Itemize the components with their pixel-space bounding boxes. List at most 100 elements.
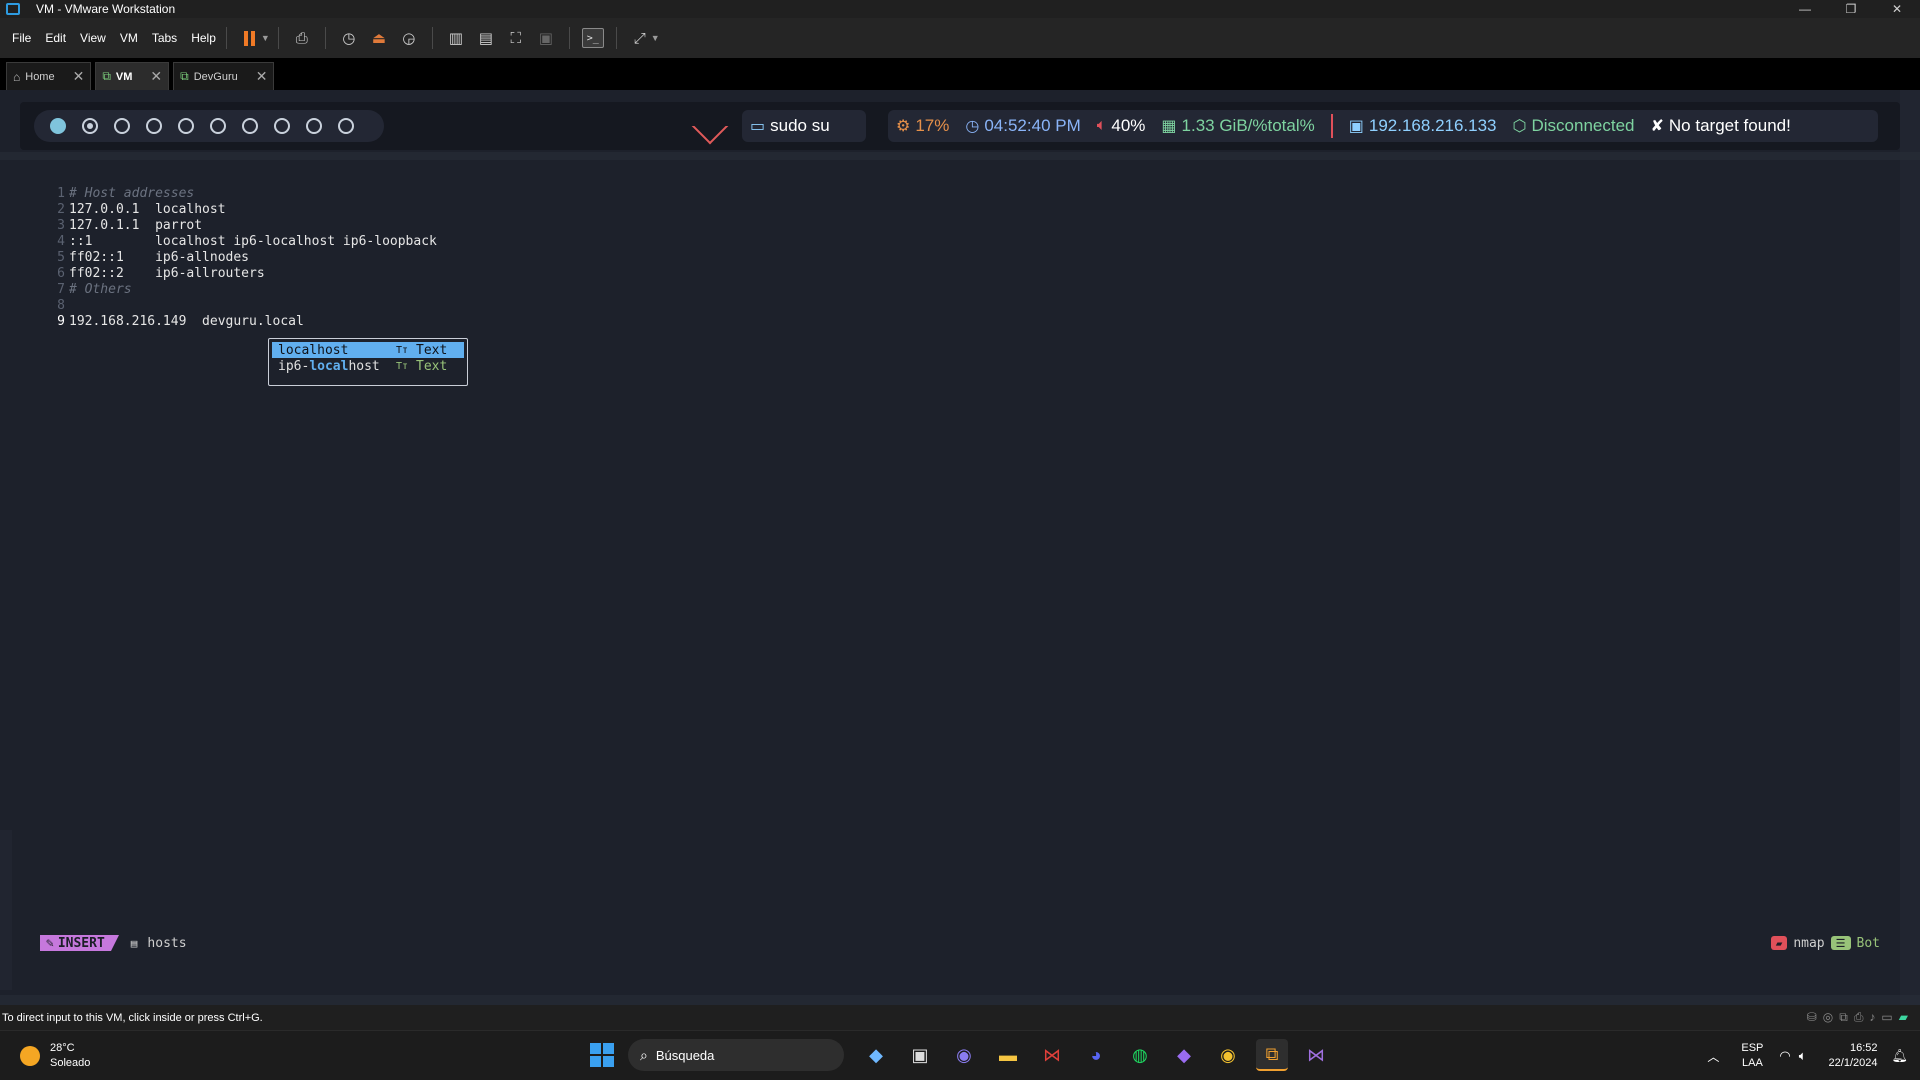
workspace-indicator[interactable] [82, 118, 98, 134]
workspace-indicator[interactable] [242, 118, 258, 134]
windows-start-icon[interactable] [590, 1043, 614, 1067]
line-text: # Others [69, 282, 132, 297]
taskbar-clock[interactable]: 16:52 22/1/2024 [1829, 1041, 1878, 1071]
line-text: # Host addresses [69, 186, 195, 201]
file-name: hosts [147, 935, 187, 951]
menu-view[interactable]: View [80, 31, 106, 45]
workspace-indicator[interactable] [146, 118, 162, 134]
bar-divider [1330, 114, 1333, 138]
message-icon[interactable]: ▰ [1899, 1010, 1908, 1025]
statusline-right: ▰ nmap ☰ Bot [1770, 935, 1880, 951]
full-screen-icon: ⛶ [510, 29, 522, 47]
language-indicator[interactable]: ESP LAA [1741, 1041, 1763, 1071]
workspace-indicator[interactable] [274, 118, 290, 134]
input-hint: To direct input to this VM, click inside… [2, 1011, 263, 1024]
weather-widget[interactable]: 28°C Soleado [20, 1041, 90, 1071]
target-status: No target found! [1668, 116, 1791, 135]
command-pill: ▭ sudo su [742, 110, 866, 142]
console-view-button[interactable]: >_ [580, 25, 606, 51]
taskbar-time: 16:52 [1849, 1042, 1878, 1054]
menu-tabs[interactable]: Tabs [152, 31, 177, 45]
last-command: sudo su [770, 116, 830, 135]
wifi-icon[interactable]: ◠ [1779, 1048, 1790, 1064]
stretch-button[interactable]: ⤢ [627, 25, 653, 51]
thumbnail-bar-button[interactable]: ▤ [473, 25, 499, 51]
completion-item[interactable]: localhost Tт Text [272, 342, 464, 358]
snapshot-manager-button[interactable]: ◶ [396, 25, 422, 51]
cd-drive-icon[interactable]: ◎ [1823, 1010, 1833, 1025]
send-ctrl-alt-del-button[interactable]: ⎙ [289, 25, 315, 51]
obsidian-icon[interactable]: ◆ [1168, 1039, 1200, 1071]
close-icon[interactable]: ✕ [73, 68, 85, 85]
file-icon: ▤ [130, 936, 138, 950]
copilot-icon[interactable]: ◆ [860, 1039, 892, 1071]
visual-studio-icon[interactable]: ⋈ [1036, 1039, 1068, 1071]
tab-home[interactable]: ⌂ Home ✕ [6, 62, 92, 90]
search-box[interactable]: ⌕ Búsqueda [628, 1039, 844, 1071]
display-icon[interactable]: ▭ [1881, 1010, 1892, 1025]
text-kind-icon: Tт [396, 344, 409, 356]
menu-help[interactable]: Help [191, 31, 216, 45]
unity-button[interactable]: ▣ [533, 25, 559, 51]
spotify-icon[interactable]: ◍ [1124, 1039, 1156, 1071]
thumbnail-icon: ▤ [478, 30, 493, 47]
line-number: 5 [57, 250, 65, 265]
stretch-dropdown-icon[interactable]: ▼ [651, 33, 660, 43]
menu-file[interactable]: File [12, 31, 31, 45]
network-adapter-icon[interactable]: ⧉ [1839, 1010, 1848, 1025]
file-explorer-icon[interactable]: ▬ [992, 1039, 1024, 1071]
revert-snapshot-button[interactable]: ⏏ [366, 25, 392, 51]
printer-icon[interactable]: ⎙ [1854, 1010, 1864, 1025]
tab-bar: ⌂ Home ✕ ⧉ VM ✕ ⧉ DevGuru ✕ [0, 58, 1920, 90]
vm-icon: ⧉ [102, 69, 111, 83]
hard-disk-icon[interactable]: ⛁ [1807, 1010, 1817, 1025]
chevron-up-icon[interactable]: ︿ [1707, 1048, 1719, 1065]
workspace-indicator[interactable] [50, 118, 66, 134]
menu-toolbar: File Edit View VM Tabs Help ▼ ⎙ ◷ ⏏ ◶ ▥ … [0, 18, 1920, 58]
workspace-indicator[interactable] [178, 118, 194, 134]
editor-line: 8 [45, 298, 437, 314]
cpu-usage: 17% [915, 116, 950, 135]
polybar: ▭ sudo su ⚙ 17% ◷ 04:52:40 PM 🔈︎ 40% ▦ 1… [20, 102, 1900, 150]
menu-edit[interactable]: Edit [45, 31, 66, 45]
workspace-switcher [34, 110, 384, 142]
pause-dropdown-icon[interactable]: ▼ [261, 33, 270, 43]
vm-screen[interactable]: ▭ sudo su ⚙ 17% ◷ 04:52:40 PM 🔈︎ 40% ▦ 1… [0, 90, 1920, 1005]
restore-button[interactable]: ❐ [1828, 0, 1874, 18]
text-kind-icon: Tт [396, 360, 409, 372]
menu-vm[interactable]: VM [120, 31, 138, 45]
line-text: ff02::2 ip6-allrouters [69, 266, 265, 281]
editor-buffer[interactable]: 1 # Host addresses 2 127.0.0.1 localhost 3 12… [45, 186, 437, 330]
pause-button[interactable] [237, 25, 263, 51]
tab-vm[interactable]: ⧉ VM ✕ [95, 62, 170, 90]
snapshot-button[interactable]: ◷ [336, 25, 362, 51]
workspace-indicator[interactable] [306, 118, 322, 134]
notification-bell-icon[interactable]: 🔔︎ [1891, 1048, 1908, 1064]
show-library-button[interactable]: ▥ [443, 25, 469, 51]
workspace-indicator[interactable] [338, 118, 354, 134]
completion-item[interactable]: ip6-localhost Tт Text [272, 358, 464, 374]
vmware-icon[interactable]: ⧉ [1256, 1039, 1288, 1071]
workspace-indicator[interactable] [210, 118, 226, 134]
full-screen-button[interactable]: ⛶ [503, 25, 529, 51]
keyboard-icon: ⎙ [295, 29, 308, 47]
tab-label: DevGuru [193, 70, 238, 83]
sound-card-icon[interactable]: ♪ [1869, 1010, 1875, 1025]
close-button[interactable]: ✕ [1874, 0, 1920, 18]
teams-chat-icon[interactable]: ◉ [948, 1039, 980, 1071]
completion-menu[interactable]: localhost Tт Text ip6-localhost Tт Text [268, 338, 468, 386]
workspace-indicator[interactable] [114, 118, 130, 134]
target-icon: ✘ [1650, 118, 1664, 135]
speaker-icon[interactable]: 🔈︎ [1799, 1048, 1807, 1064]
discord-icon[interactable]: ◕ [1080, 1039, 1112, 1071]
tab-devguru[interactable]: ⧉ DevGuru ✕ [173, 62, 275, 90]
visual-studio-purple-icon[interactable]: ⋈ [1300, 1039, 1332, 1071]
cpu-icon: ⚙ [896, 118, 911, 135]
close-icon[interactable]: ✕ [256, 68, 268, 85]
minimize-button[interactable]: — [1782, 0, 1828, 18]
line-number: 4 [57, 234, 65, 249]
task-view-icon[interactable]: ▣ [904, 1039, 936, 1071]
close-icon[interactable]: ✕ [150, 68, 162, 85]
window-title: VM - VMware Workstation [36, 2, 176, 16]
chrome-icon[interactable]: ◉ [1212, 1039, 1244, 1071]
